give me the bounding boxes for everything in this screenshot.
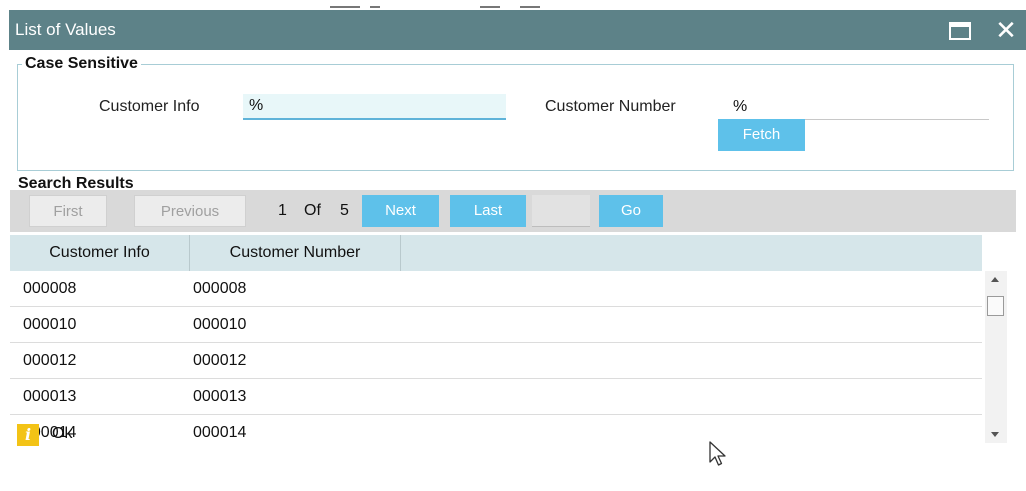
results-table-body: 000008 000008 000010 000010 000012 00001…: [10, 271, 982, 443]
cell-customer-number: 000013: [193, 388, 247, 405]
cell-customer-number: 000012: [193, 352, 247, 369]
background-fragment: [370, 0, 380, 8]
column-header-customer-number[interactable]: Customer Number: [190, 235, 401, 271]
background-fragment: [330, 0, 360, 8]
dialog-titlebar: List of Values ✕: [9, 10, 1026, 50]
background-fragment: [520, 0, 540, 8]
pagination-bar: First Previous 1 Of 5 Next Last Go: [10, 190, 1016, 232]
last-button[interactable]: Last: [450, 195, 526, 227]
column-header-customer-info[interactable]: Customer Info: [10, 235, 190, 271]
results-table-header: Customer Info Customer Number: [10, 235, 982, 271]
of-label: Of: [304, 202, 321, 219]
vertical-scrollbar[interactable]: [985, 271, 1007, 443]
cell-customer-number: 000010: [193, 316, 247, 333]
previous-button[interactable]: Previous: [134, 195, 246, 227]
dialog-title: List of Values: [15, 20, 116, 39]
customer-number-label: Customer Number: [545, 98, 676, 115]
first-button[interactable]: First: [29, 195, 107, 227]
cell-customer-info: 000012: [23, 352, 77, 369]
cell-customer-info: 000008: [23, 280, 77, 297]
table-row[interactable]: 000010 000010: [10, 307, 982, 343]
customer-info-label: Customer Info: [99, 98, 200, 115]
close-icon[interactable]: ✕: [993, 17, 1019, 43]
fetch-button[interactable]: Fetch: [718, 119, 805, 151]
cell-customer-info: 000013: [23, 388, 77, 405]
customer-number-input[interactable]: [727, 94, 989, 120]
info-icon[interactable]: i: [17, 424, 39, 446]
table-row[interactable]: 000013 000013: [10, 379, 982, 415]
case-sensitive-legend: Case Sensitive: [22, 55, 141, 73]
mouse-cursor-icon: [709, 441, 726, 466]
customer-info-input[interactable]: [243, 94, 506, 120]
cell-customer-number: 000014: [193, 424, 247, 441]
total-pages: 5: [340, 202, 349, 219]
go-to-page-input[interactable]: [532, 195, 590, 227]
ok-button[interactable]: Ok: [52, 425, 72, 443]
cell-customer-info: 000010: [23, 316, 77, 333]
table-row[interactable]: 000012 000012: [10, 343, 982, 379]
current-page: 1: [278, 202, 287, 219]
cell-customer-number: 000008: [193, 280, 247, 297]
next-button[interactable]: Next: [362, 195, 439, 227]
table-row[interactable]: 000014 000014: [10, 415, 982, 443]
table-row[interactable]: 000008 000008: [10, 271, 982, 307]
background-fragment: [480, 0, 500, 8]
scrollbar-thumb[interactable]: [987, 296, 1004, 316]
go-button[interactable]: Go: [599, 195, 663, 227]
scroll-down-icon[interactable]: [991, 432, 999, 437]
scroll-up-icon[interactable]: [991, 277, 999, 282]
maximize-icon[interactable]: [949, 22, 971, 40]
